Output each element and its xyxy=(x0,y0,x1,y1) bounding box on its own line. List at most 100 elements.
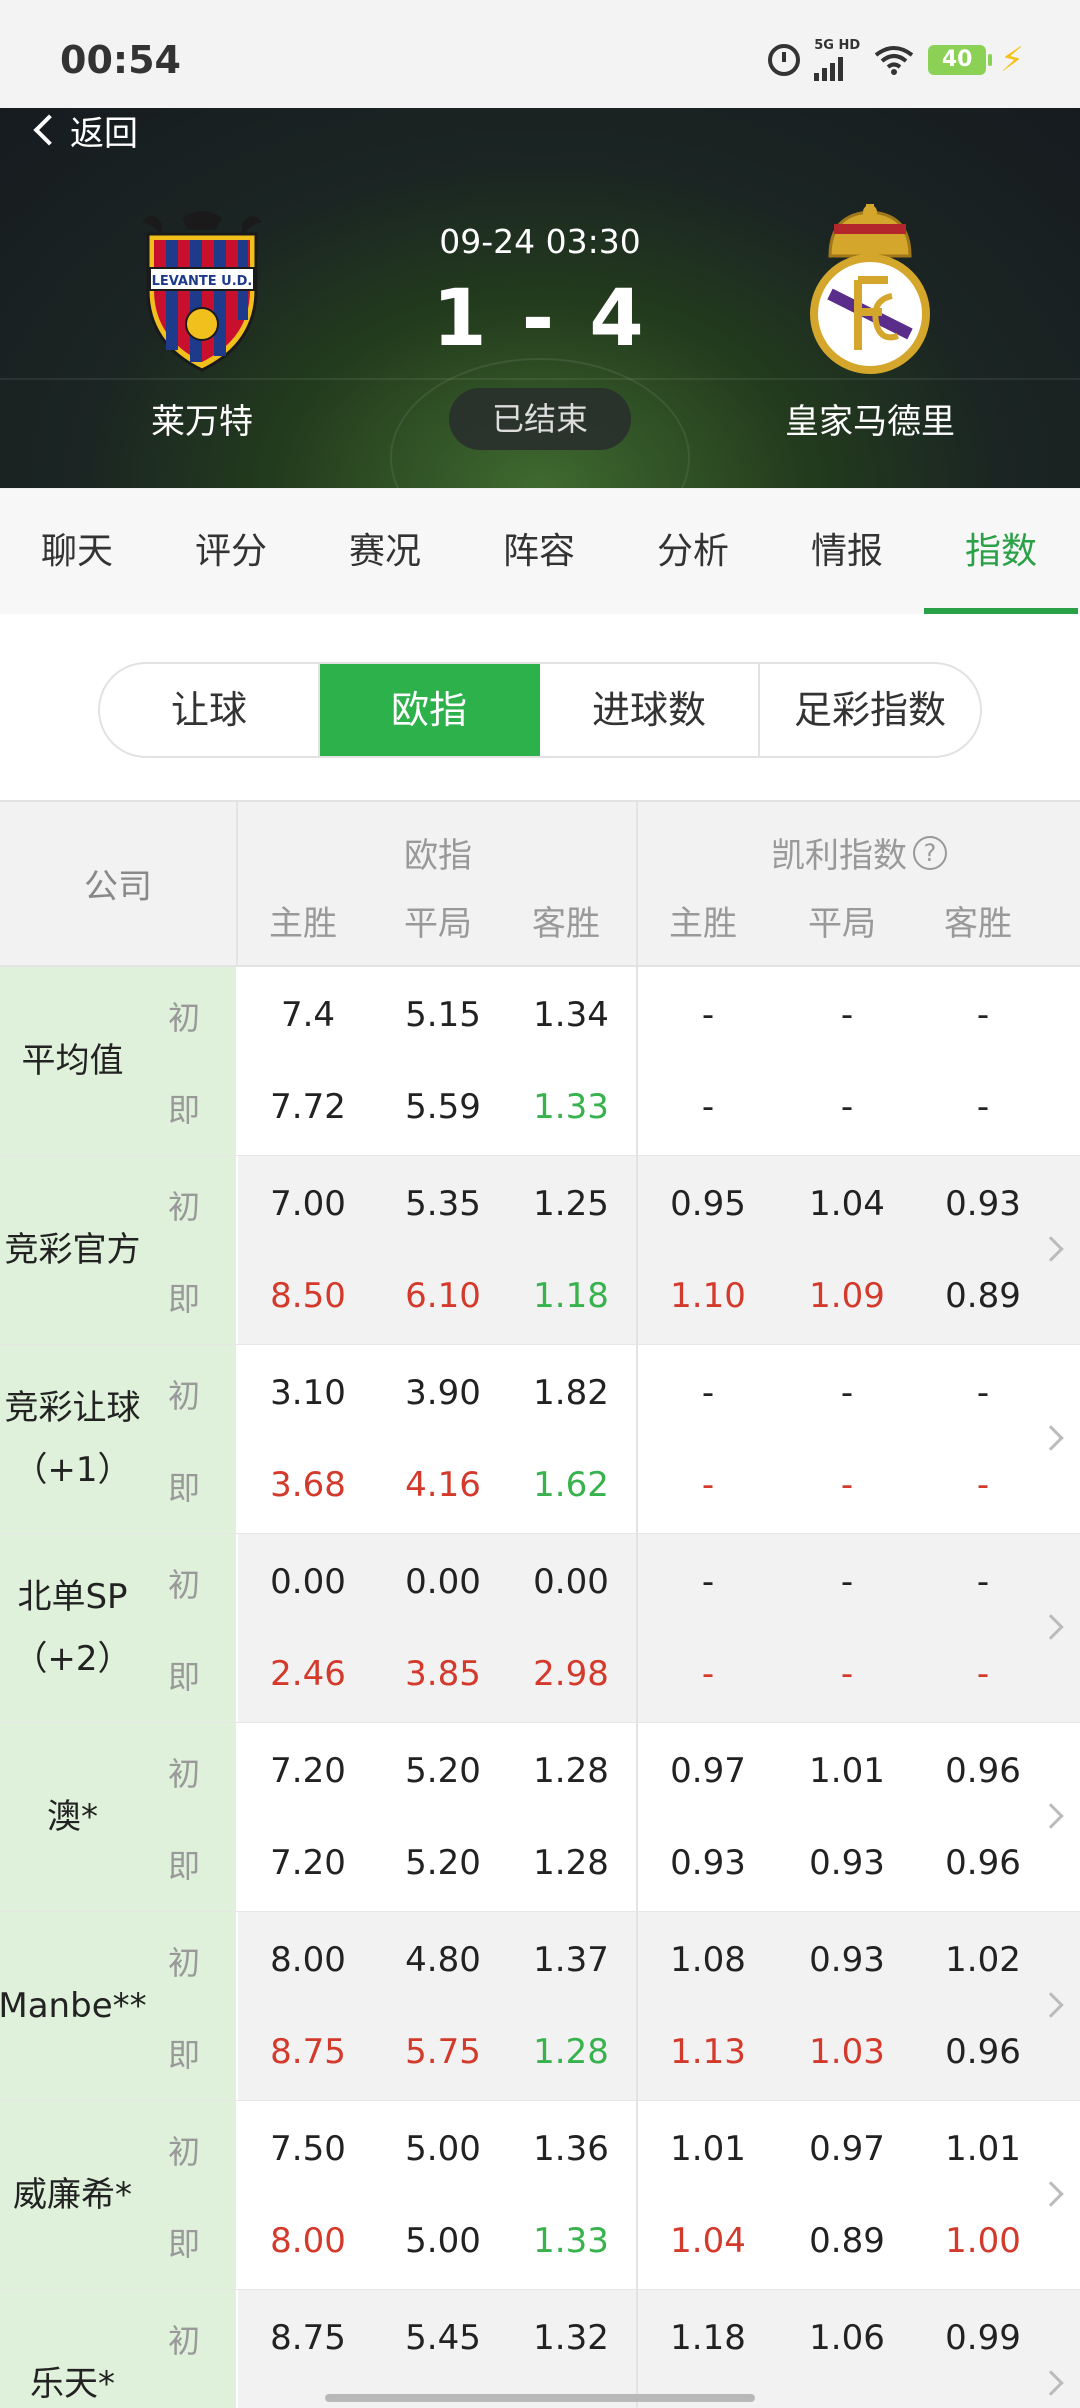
home-team-name: 莱万特 xyxy=(151,402,253,442)
initial-odds-cell: - xyxy=(840,1373,854,1413)
chevron-right-icon[interactable] xyxy=(1038,1803,1064,1829)
tab-lineup[interactable]: 阵容 xyxy=(462,489,616,614)
initial-odds-cell: 0.99 xyxy=(945,2318,1021,2358)
initial-odds-cell: 0.97 xyxy=(670,1751,746,1791)
initial-odds-cell: 1.18 xyxy=(670,2318,746,2358)
live-odds-cell: 3.68 xyxy=(270,1465,346,1505)
initial-tag: 初 xyxy=(167,1566,200,1604)
column-company: 公司 xyxy=(0,802,238,965)
column-group-euro: 欧指 xyxy=(404,836,472,876)
live-odds-cell: 1.33 xyxy=(533,1087,609,1127)
column-group-kelly: 凯利指数 ? xyxy=(638,828,1080,877)
odds-row[interactable]: 竞彩官方初即 7.00 5.35 1.25 0.95 1.04 0.93 8.50 6.10 1.… xyxy=(0,1156,1080,1345)
signal-icon xyxy=(814,53,860,81)
live-odds-cell: 5.59 xyxy=(405,1087,481,1127)
initial-tag: 初 xyxy=(167,1377,200,1415)
live-odds-cell: 1.04 xyxy=(670,2221,746,2261)
tab-analysis[interactable]: 分析 xyxy=(616,489,770,614)
away-team[interactable]: 皇家马德里 xyxy=(740,204,1000,443)
initial-odds-cell: - xyxy=(840,1562,854,1602)
live-odds-cell: 2.46 xyxy=(270,1654,346,1694)
initial-odds-cell: 8.00 xyxy=(270,1940,346,1980)
live-odds-cell: 1.09 xyxy=(809,1276,885,1316)
chevron-right-icon[interactable] xyxy=(1038,1236,1064,1262)
chevron-right-icon[interactable] xyxy=(1038,1425,1064,1451)
initial-odds-cell: - xyxy=(976,995,990,1035)
initial-odds-cell: 7.4 xyxy=(280,995,336,1035)
live-odds-cell: 1.28 xyxy=(533,1843,609,1883)
alarm-icon xyxy=(768,44,801,76)
odds-type-segmented-control: 让球 欧指 进球数 足彩指数 xyxy=(98,662,982,758)
initial-odds-cell: 1.08 xyxy=(670,1940,746,1980)
live-tag: 即 xyxy=(167,2225,200,2263)
chevron-right-icon[interactable] xyxy=(1038,1614,1064,1640)
live-tag: 即 xyxy=(167,2036,200,2074)
odds-row[interactable]: 竞彩让球 （+1） 初即 3.10 3.90 1.82 - - - 3.68 4.16 1.62 - - - xyxy=(0,1345,1080,1534)
subtab-handicap[interactable]: 让球 xyxy=(100,664,320,756)
initial-odds-cell: 1.82 xyxy=(533,1373,609,1413)
live-odds-cell: 4.16 xyxy=(405,1465,481,1505)
initial-odds-cell: - xyxy=(976,1373,990,1413)
row-divider xyxy=(636,1345,638,1533)
initial-odds-cell: 0.96 xyxy=(945,1751,1021,1791)
chevron-right-icon[interactable] xyxy=(1038,2370,1064,2396)
column-euro-home: 主胜 xyxy=(269,904,337,944)
live-odds-cell: - xyxy=(840,1087,854,1127)
company-name-line1: 竞彩让球 xyxy=(4,1388,141,1428)
initial-odds-cell: - xyxy=(976,1562,990,1602)
company-name: 澳* xyxy=(0,1723,145,1911)
help-icon[interactable]: ? xyxy=(913,835,947,870)
initial-odds-cell: 1.04 xyxy=(809,1184,885,1224)
real-madrid-crest-icon xyxy=(810,204,930,374)
live-odds-cell: - xyxy=(840,1465,854,1505)
cellular-group: 5G HD xyxy=(814,39,860,81)
live-odds-cell: 0.93 xyxy=(809,1843,885,1883)
initial-odds-cell: 5.20 xyxy=(405,1751,481,1791)
odds-row[interactable]: 乐天*初即8.755.451.321.181.060.99 xyxy=(0,2290,1080,2408)
column-kelly-draw: 平局 xyxy=(808,904,876,944)
subtab-european-odds[interactable]: 欧指 xyxy=(320,664,540,756)
chevron-right-icon[interactable] xyxy=(1038,2181,1064,2207)
odds-row[interactable]: 北单SP （+2） 初即 0.00 0.00 0.00 - - - 2.46 3.85 2.98 - - - xyxy=(0,1534,1080,1723)
initial-odds-cell: 1.01 xyxy=(670,2129,746,2169)
initial-odds-cell: 7.20 xyxy=(270,1751,346,1791)
odds-row[interactable]: 威廉希* 初即 7.50 5.00 1.36 1.01 0.97 1.01 8.00 5.00 1.… xyxy=(0,2101,1080,2290)
initial-odds-cell: 5.15 xyxy=(405,995,481,1035)
company-name-line1: 竞彩官方 xyxy=(4,1230,141,1270)
company-name: 乐天* xyxy=(0,2290,145,2408)
odds-row[interactable]: 澳* 初即 7.20 5.20 1.28 0.97 1.01 0.96 7.20 5.20 1.28… xyxy=(0,1723,1080,1912)
odds-row[interactable]: Manbe** 初即 8.00 4.80 1.37 1.08 0.93 1.02 8.75 5.7… xyxy=(0,1912,1080,2101)
live-odds-cell: 8.50 xyxy=(270,1276,346,1316)
live-odds-cell: - xyxy=(976,1465,990,1505)
company-name-line1: 平均值 xyxy=(21,1041,124,1081)
initial-odds-cell: 1.01 xyxy=(945,2129,1021,2169)
column-kelly-away: 客胜 xyxy=(944,904,1012,944)
row-divider xyxy=(636,1912,638,2100)
initial-odds-cell: 5.35 xyxy=(405,1184,481,1224)
status-bar: 00:54 5G HD 40 ⚡ xyxy=(0,0,1080,108)
column-kelly-home: 主胜 xyxy=(669,904,737,944)
subtab-goals[interactable]: 进球数 xyxy=(540,664,760,756)
company-cell: 北单SP （+2） 初即 xyxy=(0,1534,238,1722)
initial-odds-cell: 1.32 xyxy=(533,2318,609,2358)
initial-odds-cell: 1.36 xyxy=(533,2129,609,2169)
back-button[interactable]: 返回 xyxy=(30,108,138,154)
company-name: 竞彩让球 （+1） xyxy=(0,1345,145,1533)
live-odds-cell: 1.18 xyxy=(533,1276,609,1316)
live-tag: 即 xyxy=(167,1280,200,1318)
live-odds-cell: 0.93 xyxy=(670,1843,746,1883)
company-cell: 澳* 初即 xyxy=(0,1723,238,1911)
live-odds-cell: 1.33 xyxy=(533,2221,609,2261)
chevron-right-icon[interactable] xyxy=(1038,1992,1064,2018)
column-euro-draw: 平局 xyxy=(404,904,472,944)
charging-icon: ⚡ xyxy=(1000,40,1024,80)
tab-odds[interactable]: 指数 xyxy=(924,489,1078,614)
tab-live-events[interactable]: 赛况 xyxy=(308,489,462,614)
tab-intel[interactable]: 情报 xyxy=(770,489,924,614)
live-odds-cell: 7.20 xyxy=(270,1843,346,1883)
tab-chat[interactable]: 聊天 xyxy=(0,489,154,614)
tab-rating[interactable]: 评分 xyxy=(154,489,308,614)
subtab-lottery-odds[interactable]: 足彩指数 xyxy=(760,664,980,756)
home-indicator[interactable] xyxy=(325,2394,755,2402)
company-name-line1: 澳* xyxy=(47,1797,98,1837)
